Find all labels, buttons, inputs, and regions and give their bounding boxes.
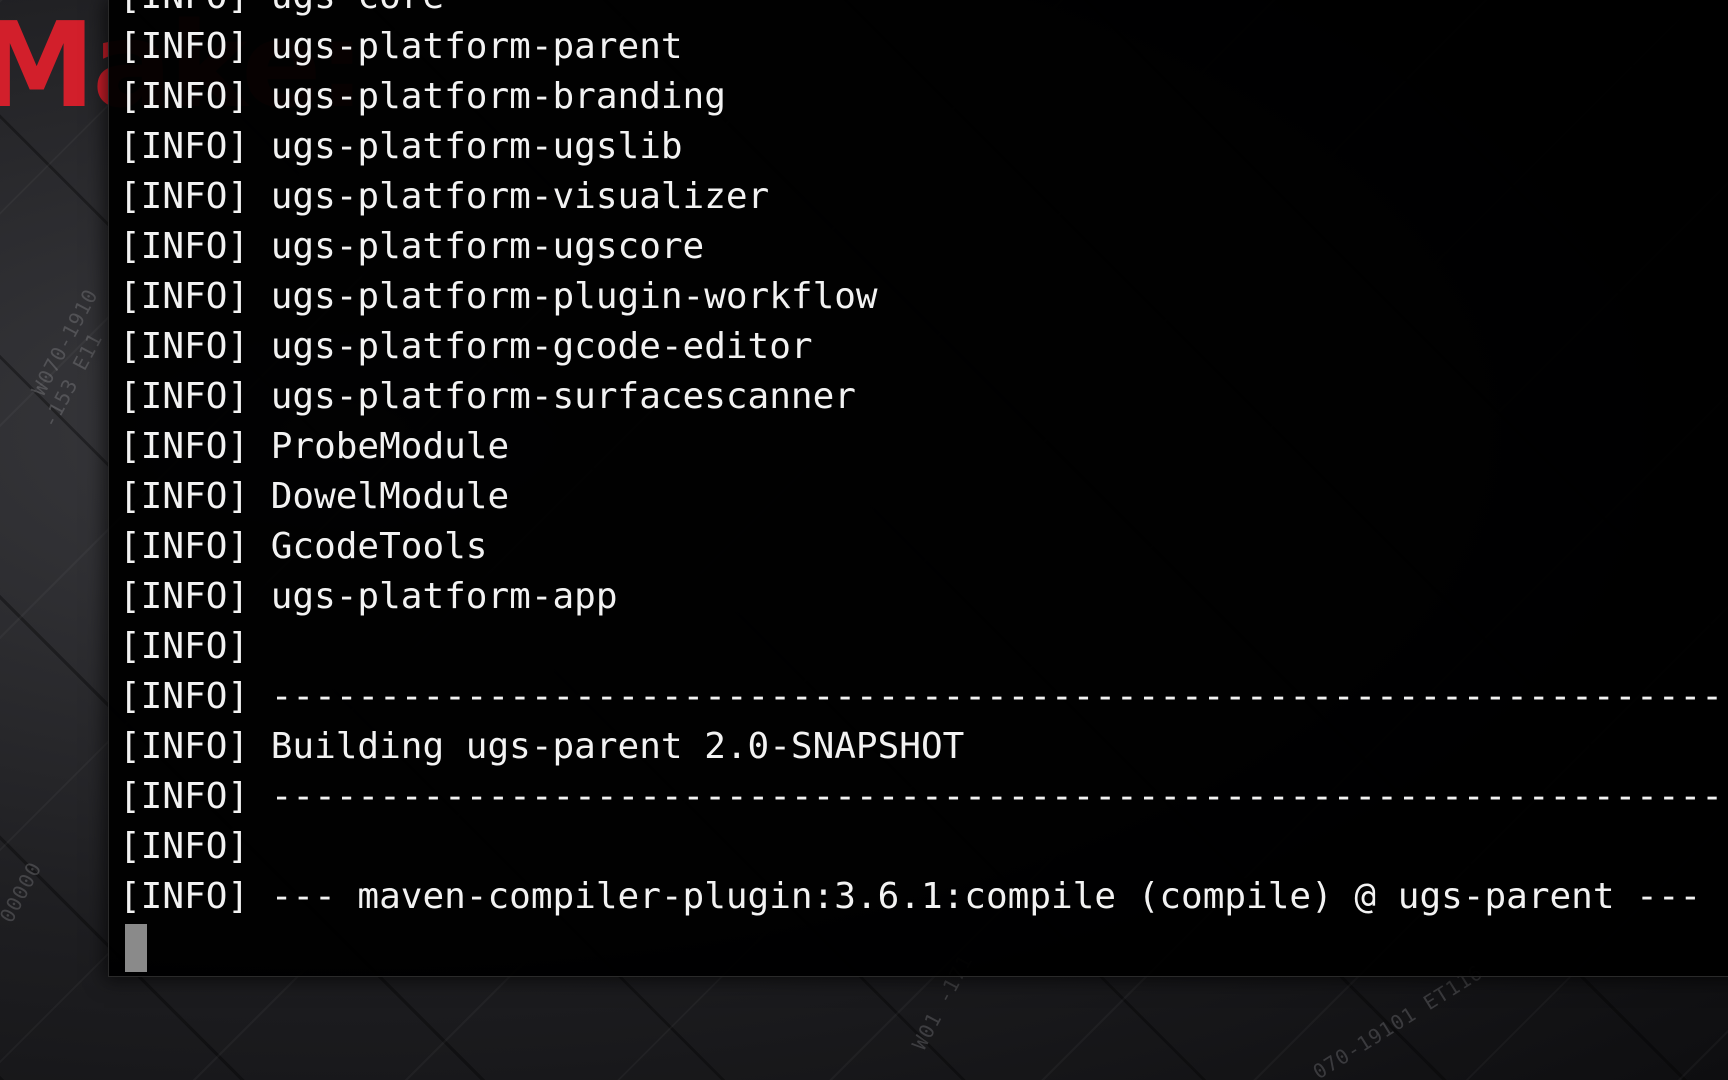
log-level: [INFO] [119, 0, 249, 17]
prompt-line[interactable] [119, 922, 1728, 972]
log-line: [INFO] ugs-platform-gcode-editor [119, 322, 1728, 372]
log-message: DowelModule [270, 476, 510, 517]
log-level: [INFO] [119, 476, 250, 517]
log-message: ugs-platform-ugslib [270, 126, 683, 167]
log-line: [INFO] ---------------------------------… [119, 672, 1728, 722]
log-message: Building ugs-parent 2.0-SNAPSHOT [270, 726, 965, 767]
log-line: [INFO] ugs-platform-plugin-workflow [119, 272, 1728, 322]
log-level: [INFO] [119, 426, 250, 467]
background-chip-label: 070-19101 ET116 [1308, 959, 1488, 1080]
text-cursor [125, 924, 147, 972]
log-line: [INFO] DowelModule [119, 472, 1728, 522]
log-level: [INFO] [119, 676, 250, 717]
log-message: ----------------------------------------… [270, 776, 1728, 817]
log-level: [INFO] [119, 576, 250, 617]
log-level: [INFO] [119, 626, 250, 667]
log-line: [INFO] [119, 622, 1728, 672]
log-line: [INFO] ugs-platform-surfacescanner [119, 372, 1728, 422]
log-line: [INFO] ugs-platform-branding [119, 72, 1728, 122]
log-message: ugs-platform-plugin-workflow [270, 276, 878, 317]
log-line: [INFO] ugs-platform-ugslib [119, 122, 1728, 172]
log-level: [INFO] [119, 76, 250, 117]
log-line: [INFO] ---------------------------------… [119, 772, 1728, 822]
log-line: [INFO] GcodeTools [119, 522, 1728, 572]
log-message: GcodeTools [270, 526, 488, 567]
log-message: ugs-platform-branding [270, 76, 726, 117]
log-message: ugs-platform-surfacescanner [270, 376, 856, 417]
log-message: ugs-core [271, 0, 444, 17]
log-line: [INFO] ugs-core [119, 0, 1728, 22]
log-level: [INFO] [119, 226, 250, 267]
log-level: [INFO] [119, 326, 250, 367]
log-level: [INFO] [119, 276, 250, 317]
log-line: [INFO] Building ugs-parent 2.0-SNAPSHOT [119, 722, 1728, 772]
log-level: [INFO] [119, 876, 250, 917]
terminal-window[interactable]: [INFO] ugs-core[INFO] ugs-platform-paren… [108, 0, 1728, 977]
log-message: ----------------------------------------… [270, 676, 1728, 717]
log-level: [INFO] [119, 176, 250, 217]
log-line: [INFO] ProbeModule [119, 422, 1728, 472]
log-message: ugs-platform-ugscore [270, 226, 705, 267]
log-line: [INFO] ugs-platform-visualizer [119, 172, 1728, 222]
log-line: [INFO] ugs-platform-ugscore [119, 222, 1728, 272]
log-level: [INFO] [119, 26, 250, 67]
background-chip-label: 00000 [0, 857, 47, 927]
log-line: [INFO] ugs-platform-app [119, 572, 1728, 622]
terminal-output[interactable]: [INFO] ugs-core[INFO] ugs-platform-paren… [119, 0, 1728, 976]
log-line: [INFO] ugs-platform-parent [119, 22, 1728, 72]
log-level: [INFO] [119, 526, 250, 567]
log-line: [INFO] [119, 822, 1728, 872]
log-message: ugs-platform-app [270, 576, 618, 617]
log-line: [INFO] --- maven-compiler-plugin:3.6.1:c… [119, 872, 1728, 922]
log-level: [INFO] [119, 826, 250, 867]
log-message: ugs-platform-gcode-editor [270, 326, 813, 367]
log-message: ProbeModule [270, 426, 510, 467]
log-message: ugs-platform-parent [270, 26, 683, 67]
log-message: ugs-platform-visualizer [270, 176, 770, 217]
log-level: [INFO] [119, 126, 250, 167]
log-level: [INFO] [119, 726, 250, 767]
log-message: --- maven-compiler-plugin:3.6.1:compile … [270, 876, 1702, 917]
log-level: [INFO] [119, 776, 250, 817]
log-level: [INFO] [119, 376, 250, 417]
